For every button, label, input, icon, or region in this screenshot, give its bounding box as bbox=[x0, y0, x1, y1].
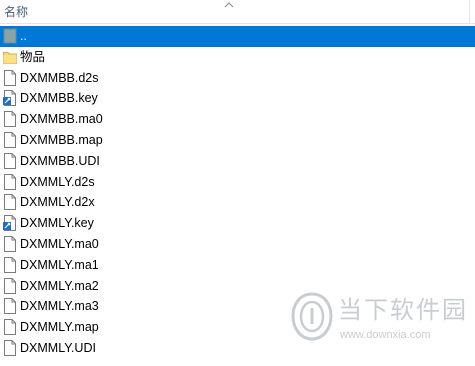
watermark-url: www.downxia.com bbox=[340, 329, 431, 341]
file-name: DXMMBB.ma0 bbox=[20, 112, 103, 127]
file-icon bbox=[4, 235, 16, 252]
file-icon bbox=[4, 131, 16, 148]
file-name: DXMMLY.UDI bbox=[20, 340, 96, 355]
downxia-logo-icon bbox=[291, 292, 333, 341]
file-name: DXMMLY.ma3 bbox=[20, 299, 99, 314]
file-icon bbox=[4, 256, 16, 273]
file-name: DXMMLY.key bbox=[20, 216, 94, 231]
file-icon bbox=[4, 194, 16, 211]
file-name: DXMMBB.UDI bbox=[20, 153, 100, 168]
watermark-brand: 当下软件园 bbox=[338, 297, 468, 324]
file-icon bbox=[4, 298, 16, 315]
file-row-parent[interactable]: .. bbox=[0, 26, 475, 47]
column-header-bar: 名称 bbox=[0, 0, 475, 24]
file-icon bbox=[4, 339, 16, 356]
parent-folder-icon bbox=[3, 28, 17, 44]
folder-icon bbox=[3, 51, 17, 64]
file-row-folder[interactable]: 物品 bbox=[0, 47, 475, 68]
file-row[interactable]: DXMMBB.key bbox=[0, 88, 475, 109]
file-name: 物品 bbox=[20, 49, 46, 64]
key-file-icon bbox=[3, 90, 16, 107]
file-icon bbox=[4, 111, 16, 128]
file-icon bbox=[4, 319, 16, 336]
file-row[interactable]: DXMMLY.ma0 bbox=[0, 234, 475, 255]
file-row[interactable]: DXMMLY.d2x bbox=[0, 192, 475, 213]
column-divider[interactable] bbox=[469, 0, 470, 24]
file-name: DXMMLY.ma0 bbox=[20, 236, 99, 251]
file-name: DXMMLY.ma2 bbox=[20, 278, 99, 293]
file-name: DXMMLY.d2s bbox=[20, 174, 95, 189]
file-name: DXMMLY.d2x bbox=[20, 195, 95, 210]
file-name: DXMMLY.ma1 bbox=[20, 257, 99, 272]
sort-ascending-icon bbox=[224, 2, 234, 8]
file-name: DXMMLY.map bbox=[20, 320, 99, 335]
file-icon bbox=[4, 69, 16, 86]
file-row[interactable]: DXMMBB.map bbox=[0, 130, 475, 151]
watermark: 当下软件园 www.downxia.com bbox=[290, 292, 475, 352]
file-row[interactable]: DXMMBB.ma0 bbox=[0, 109, 475, 130]
file-row[interactable]: DXMMLY.key bbox=[0, 213, 475, 234]
file-name: DXMMBB.map bbox=[20, 132, 103, 147]
key-file-icon bbox=[3, 215, 16, 232]
file-name: DXMMBB.key bbox=[20, 91, 98, 106]
file-icon bbox=[4, 152, 16, 169]
file-row[interactable]: DXMMLY.d2s bbox=[0, 172, 475, 193]
file-row[interactable]: DXMMBB.UDI bbox=[0, 151, 475, 172]
file-name: DXMMBB.d2s bbox=[20, 70, 99, 85]
file-row[interactable]: DXMMBB.d2s bbox=[0, 68, 475, 89]
file-icon bbox=[4, 173, 16, 190]
column-header-name[interactable]: 名称 bbox=[4, 5, 28, 19]
file-icon bbox=[4, 277, 16, 294]
file-name: .. bbox=[20, 29, 27, 43]
file-row[interactable]: DXMMLY.ma1 bbox=[0, 255, 475, 276]
